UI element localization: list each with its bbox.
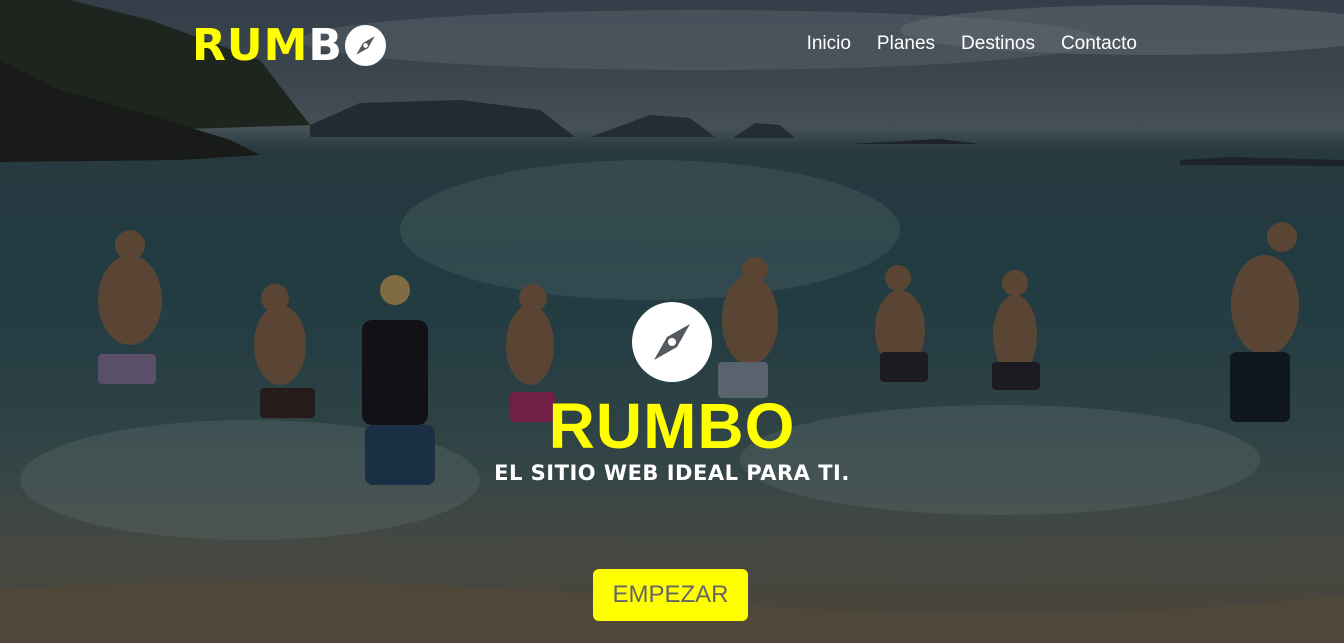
compass-icon <box>344 24 386 66</box>
hero-content: RUMBO EL SITIO WEB IDEAL PARA TI. <box>0 302 1344 485</box>
nav-item-planes[interactable]: Planes <box>877 33 935 55</box>
compass-icon <box>632 302 712 382</box>
nav-item-inicio[interactable]: Inicio <box>807 33 851 55</box>
nav-item-destinos[interactable]: Destinos <box>961 33 1035 55</box>
nav-item-contacto[interactable]: Contacto <box>1061 33 1137 55</box>
logo-text-white: B <box>308 19 343 71</box>
hero-title: RUMBO <box>548 390 796 462</box>
hero-subtitle: EL SITIO WEB IDEAL PARA TI. <box>494 461 850 485</box>
logo-text-yellow: RUM <box>192 19 309 71</box>
brand-logo[interactable]: RUM B <box>192 19 386 71</box>
start-button[interactable]: EMPEZAR <box>593 569 748 621</box>
main-nav: Inicio Planes Destinos Contacto <box>807 33 1137 55</box>
